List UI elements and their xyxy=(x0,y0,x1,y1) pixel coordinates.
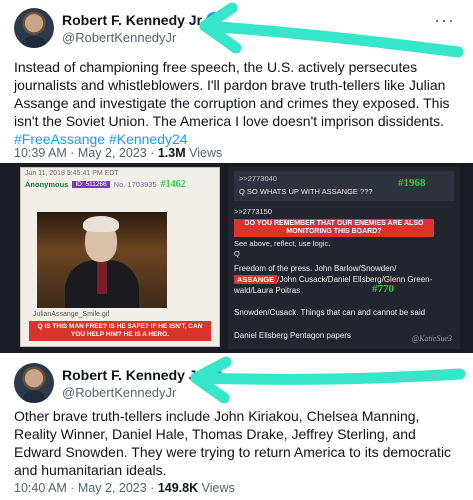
tweet-1-views-label: Views xyxy=(185,146,223,160)
avatar[interactable] xyxy=(14,363,54,403)
watermark: @KatieSue3 xyxy=(411,334,452,343)
tweet-1-views-count: 1.3M xyxy=(157,146,186,160)
right-post-highlight: DO YOU REMEMBER THAT OUR ENEMIES ARE ALS… xyxy=(234,219,434,237)
avatar[interactable] xyxy=(14,8,54,48)
tweet-2-text: Other brave truth-tellers include John K… xyxy=(14,408,452,478)
author-handle[interactable]: @RobertKennedyJr xyxy=(62,385,176,400)
tweet-2-views-count: 149.8K xyxy=(157,481,199,495)
author-name-row[interactable]: Robert F. Kennedy Jr ✓ xyxy=(62,367,223,383)
right-post-line-3: Snowden/Cusack. Things that can and cann… xyxy=(234,308,426,317)
left-post-number: No. 1703935 xyxy=(113,180,157,189)
left-post-id: ID: 511266 xyxy=(72,181,110,188)
verified-badge-icon: ✓ xyxy=(206,12,223,28)
tweet-2-views-label: Views xyxy=(198,481,235,495)
right-post-ref-2: >>2773150 xyxy=(234,207,272,216)
tweet-2-meta: 10:40 AM · May 2, 2023 · 149.8K Views xyxy=(14,481,235,495)
more-options-icon[interactable]: ··· xyxy=(434,10,455,31)
tweet-1-header: Robert F. Kennedy Jr ✓ @RobertKennedyJr … xyxy=(0,0,473,52)
right-post-line-2: Q xyxy=(234,249,240,258)
right-post-line-1: See above, reflect, use logic. xyxy=(234,239,331,248)
right-post-freedom-of-press: Freedom of the press. John Barlow/Snowde… xyxy=(234,263,456,296)
author-name[interactable]: Robert F. Kennedy Jr xyxy=(62,12,202,28)
freedom-text-3: wald/Laura Poitras xyxy=(234,286,301,295)
verified-badge-icon: ✓ xyxy=(206,367,223,383)
left-post-filename: JulianAssange_Smile.gif xyxy=(33,311,110,318)
author-name-row[interactable]: Robert F. Kennedy Jr ✓ xyxy=(62,12,223,28)
tweet-1-hashtags[interactable]: #FreeAssange #Kennedy24 xyxy=(14,131,188,147)
tweet-1-meta: 10:39 AM · May 2, 2023 · 1.3M Views xyxy=(14,146,222,160)
tweet-1-time[interactable]: 10:39 AM · May 2, 2023 · xyxy=(14,146,158,160)
right-post-badge-2: #770 xyxy=(372,283,394,295)
tweet-2-header: Robert F. Kennedy Jr ✓ @RobertKennedyJr xyxy=(0,355,473,407)
right-board-post: >>2773040 Q SO WHATS UP WITH ASSANGE ???… xyxy=(228,167,460,349)
left-post-author-row: Anonymous ID: 511266 No. 1703935 #1462 xyxy=(21,179,219,190)
freedom-text-2: /John Cusack/Daniel Ellsberg/Glenn Green… xyxy=(277,275,433,284)
tweet-2-time[interactable]: 10:40 AM · May 2, 2023 · xyxy=(14,481,158,495)
assange-photo xyxy=(37,212,167,308)
author-name[interactable]: Robert F. Kennedy Jr xyxy=(62,367,202,383)
left-board-post: Jun 11, 2018 5:45:41 PM EDT Anonymous ID… xyxy=(20,167,220,347)
left-post-date: Jun 11, 2018 5:45:41 PM EDT xyxy=(25,170,119,177)
left-post-anon: Anonymous xyxy=(25,180,69,189)
left-post-badge: #1462 xyxy=(160,179,186,190)
freedom-text-1: Freedom of the press. John Barlow/Snowde… xyxy=(234,264,397,273)
tweet-1-text: Instead of championing free speech, the … xyxy=(14,58,459,148)
author-handle[interactable]: @RobertKennedyJr xyxy=(62,30,176,45)
left-post-question: Q IS THIS MAN FREE? IS HE SAFE? IF HE IS… xyxy=(29,321,211,341)
right-post-badge-1: #1968 xyxy=(398,177,426,189)
right-post-reply: >>2773150 DO YOU REMEMBER THAT OUR ENEMI… xyxy=(234,207,454,259)
assange-tag: ASSANGE xyxy=(234,275,278,284)
qanon-collage-image: Jun 11, 2018 5:45:41 PM EDT Anonymous ID… xyxy=(0,163,473,353)
tweet-1-body: Instead of championing free speech, the … xyxy=(14,59,450,129)
